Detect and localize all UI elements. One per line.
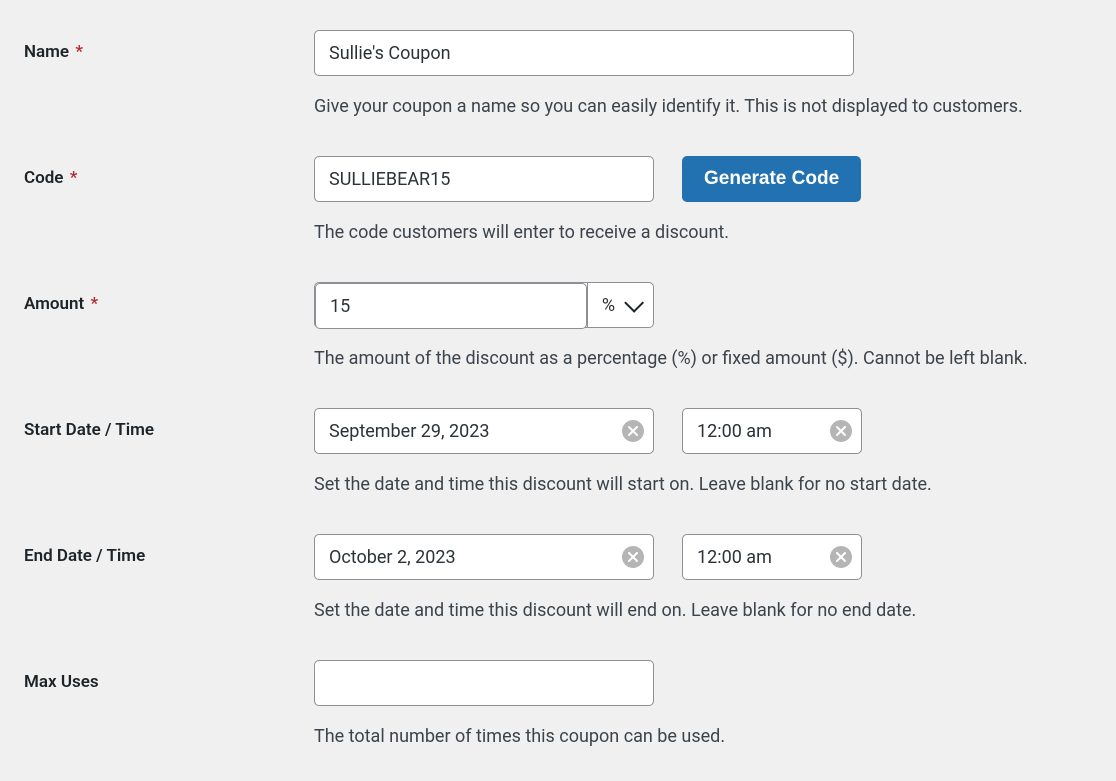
row-code: Code * Generate Code The code customers … bbox=[12, 138, 1104, 264]
amount-type-select[interactable]: % bbox=[587, 283, 653, 327]
end-date-wrap bbox=[314, 534, 654, 580]
amount-input[interactable] bbox=[315, 283, 587, 329]
end-time-wrap bbox=[682, 534, 862, 580]
label-amount: Amount * bbox=[24, 282, 314, 314]
start-date-input[interactable] bbox=[314, 408, 654, 454]
row-maxuses: Max Uses The total number of times this … bbox=[12, 642, 1104, 768]
label-start: Start Date / Time bbox=[24, 408, 314, 440]
help-maxuses: The total number of times this coupon ca… bbox=[314, 724, 1092, 750]
close-icon bbox=[628, 426, 638, 436]
help-name: Give your coupon a name so you can easil… bbox=[314, 94, 1092, 120]
required-asterisk: * bbox=[90, 294, 98, 314]
help-code: The code customers will enter to receive… bbox=[314, 220, 1092, 246]
end-date-input[interactable] bbox=[314, 534, 654, 580]
chevron-down-icon bbox=[624, 293, 644, 313]
amount-wrap: % bbox=[314, 282, 654, 328]
coupon-form: Name * Give your coupon a name so you ca… bbox=[0, 0, 1116, 781]
close-icon bbox=[836, 552, 846, 562]
field-amount: % The amount of the discount as a percen… bbox=[314, 282, 1092, 372]
clear-start-date-button[interactable] bbox=[622, 420, 644, 442]
field-name: Give your coupon a name so you can easil… bbox=[314, 30, 1092, 120]
label-name-text: Name bbox=[24, 42, 69, 62]
row-name: Name * Give your coupon a name so you ca… bbox=[12, 12, 1104, 138]
label-end-text: End Date / Time bbox=[24, 546, 145, 566]
label-code: Code * bbox=[24, 156, 314, 188]
required-asterisk: * bbox=[70, 168, 78, 188]
generate-code-button[interactable]: Generate Code bbox=[682, 156, 861, 202]
row-end: End Date / Time Set the date and time th… bbox=[12, 516, 1104, 642]
field-start: Set the date and time this discount will… bbox=[314, 408, 1092, 498]
help-end: Set the date and time this discount will… bbox=[314, 598, 1092, 624]
label-code-text: Code bbox=[24, 168, 63, 188]
required-asterisk: * bbox=[75, 42, 83, 62]
close-icon bbox=[836, 426, 846, 436]
label-maxuses: Max Uses bbox=[24, 660, 314, 692]
label-start-text: Start Date / Time bbox=[24, 420, 154, 440]
label-amount-text: Amount bbox=[24, 294, 84, 314]
help-start: Set the date and time this discount will… bbox=[314, 472, 1092, 498]
row-start: Start Date / Time Set the date and time … bbox=[12, 390, 1104, 516]
label-end: End Date / Time bbox=[24, 534, 314, 566]
field-end: Set the date and time this discount will… bbox=[314, 534, 1092, 624]
label-name: Name * bbox=[24, 30, 314, 62]
field-maxuses: The total number of times this coupon ca… bbox=[314, 660, 1092, 750]
start-time-wrap bbox=[682, 408, 862, 454]
close-icon bbox=[628, 552, 638, 562]
label-maxuses-text: Max Uses bbox=[24, 672, 99, 692]
field-code: Generate Code The code customers will en… bbox=[314, 156, 1092, 246]
name-input[interactable] bbox=[314, 30, 854, 76]
clear-end-time-button[interactable] bbox=[830, 546, 852, 568]
amount-type-symbol: % bbox=[602, 295, 615, 316]
help-amount: The amount of the discount as a percenta… bbox=[314, 346, 1092, 372]
clear-end-date-button[interactable] bbox=[622, 546, 644, 568]
code-input[interactable] bbox=[314, 156, 654, 202]
start-date-wrap bbox=[314, 408, 654, 454]
row-amount: Amount * % The amount of the discount as… bbox=[12, 264, 1104, 390]
clear-start-time-button[interactable] bbox=[830, 420, 852, 442]
maxuses-input[interactable] bbox=[314, 660, 654, 706]
